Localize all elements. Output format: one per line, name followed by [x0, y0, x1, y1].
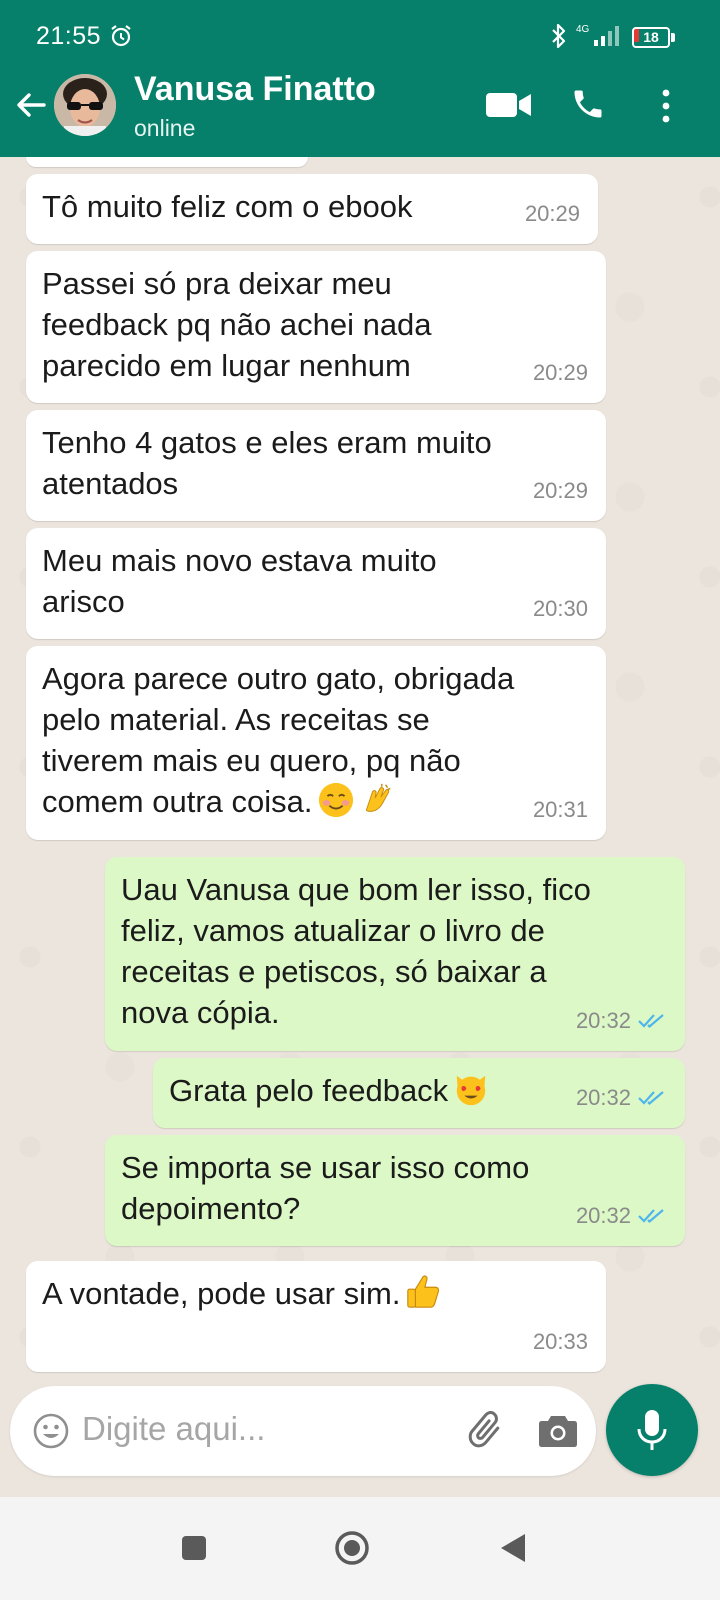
- microphone-button[interactable]: [606, 1384, 698, 1476]
- emoji-icon[interactable]: [32, 1412, 70, 1450]
- read-double-check-icon: [638, 1090, 664, 1105]
- message-input-placeholder[interactable]: Digite aqui...: [82, 1410, 265, 1448]
- home-circle-icon[interactable]: [334, 1530, 370, 1566]
- message-bubble-incoming[interactable]: Passei só pra deixar meu feedback pq não…: [26, 251, 606, 403]
- message-bubble-outgoing[interactable]: Grata pelo feedback 20:32: [153, 1058, 685, 1128]
- message-text: Meu mais novo estava muito arisco: [42, 543, 437, 619]
- status-time: 21:55: [36, 22, 102, 50]
- message-input-bar[interactable]: Digite aqui...: [10, 1386, 596, 1476]
- contact-status: online: [134, 115, 196, 141]
- system-navigation-bar: [0, 1497, 720, 1600]
- message-bubble-partial: [26, 157, 308, 167]
- message-bubble-incoming[interactable]: Tô muito feliz com o ebook 20:29: [26, 174, 598, 244]
- avatar[interactable]: [54, 74, 116, 136]
- smiling-blush-emoji: [318, 782, 353, 818]
- message-bubble-outgoing[interactable]: Se importa se usar isso como depoimento?…: [105, 1135, 685, 1246]
- heart-eyes-cat-emoji: [456, 1075, 486, 1106]
- message-time: 20:29: [524, 201, 580, 226]
- back-arrow-icon[interactable]: [14, 88, 48, 122]
- attach-clip-icon[interactable]: [468, 1410, 508, 1452]
- message-text: Tenho 4 gatos e eles eram muito atentado…: [42, 425, 492, 501]
- message-time: 20:32: [575, 1085, 631, 1110]
- message-time: 20:33: [532, 1329, 588, 1354]
- message-text-body: Grata pelo feedback: [169, 1073, 449, 1108]
- message-bubble-incoming[interactable]: Tenho 4 gatos e eles eram muito atentado…: [26, 410, 606, 521]
- message-bubble-outgoing[interactable]: Uau Vanusa que bom ler isso, fico feliz,…: [105, 857, 685, 1051]
- signal-icon: 4G: [576, 24, 619, 46]
- video-call-icon[interactable]: [486, 90, 532, 120]
- contact-name[interactable]: Vanusa Finatto: [134, 70, 376, 109]
- message-time: 20:32: [575, 1203, 631, 1228]
- menu-icon[interactable]: [656, 88, 676, 124]
- microphone-icon: [637, 1410, 667, 1450]
- clapping-hands-emoji: [365, 783, 391, 812]
- battery-level: 18: [632, 27, 670, 48]
- message-time: 20:31: [532, 797, 588, 822]
- message-time: 20:30: [532, 596, 588, 621]
- message-text: Agora parece outro gato, obrigada pelo m…: [42, 658, 590, 822]
- message-bubble-incoming[interactable]: Agora parece outro gato, obrigada pelo m…: [26, 646, 606, 840]
- read-double-check-icon: [638, 1013, 664, 1028]
- battery-icon: 18: [632, 27, 676, 48]
- message-text: A vontade, pode usar sim.: [42, 1273, 590, 1314]
- read-double-check-icon: [638, 1208, 664, 1223]
- recents-square-icon[interactable]: [180, 1534, 208, 1562]
- network-type: 4G: [576, 24, 590, 35]
- back-triangle-icon[interactable]: [498, 1531, 528, 1565]
- camera-icon[interactable]: [538, 1414, 578, 1448]
- message-bubble-incoming[interactable]: Meu mais novo estava muito arisco 20:30: [26, 528, 606, 639]
- phone-icon[interactable]: [570, 86, 606, 122]
- message-text: Tô muito feliz com o ebook: [42, 189, 413, 224]
- message-time: 20:29: [532, 360, 588, 385]
- message-time: 20:32: [575, 1008, 631, 1033]
- app-header: 21:55 4G 18 Vanusa Finatto online: [0, 0, 720, 157]
- thumbs-up-emoji: [407, 1275, 440, 1308]
- chat-area[interactable]: Tô muito feliz com o ebook 20:29 Passei …: [0, 157, 720, 1497]
- message-text-body: A vontade, pode usar sim.: [42, 1276, 401, 1311]
- message-time: 20:29: [532, 478, 588, 503]
- message-bubble-incoming[interactable]: A vontade, pode usar sim. 20:33: [26, 1261, 606, 1372]
- alarm-icon: [111, 25, 131, 47]
- message-text-body: Agora parece outro gato, obrigada pelo m…: [42, 661, 515, 819]
- bluetooth-icon: [552, 23, 566, 49]
- avatar-image: [54, 74, 116, 136]
- message-text: Passei só pra deixar meu feedback pq não…: [42, 266, 432, 383]
